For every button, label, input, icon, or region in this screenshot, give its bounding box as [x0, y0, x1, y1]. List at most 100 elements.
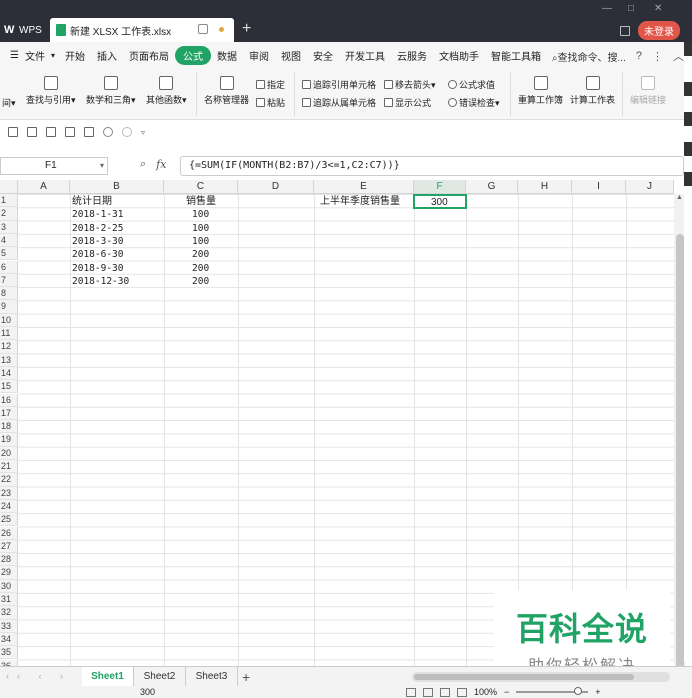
menu-formulas[interactable]: 公式: [174, 45, 211, 65]
row-header-3[interactable]: 3: [0, 220, 18, 234]
other-functions-button[interactable]: 其他函数▾: [146, 76, 187, 106]
row-header-10[interactable]: 10: [0, 313, 18, 327]
formula-input[interactable]: {=SUM(IF(MONTH(B2:B7)/3<=1,C2:C7))}: [180, 156, 684, 176]
lookup-reference-button[interactable]: 查找与引用▾: [26, 76, 76, 106]
evaluate-formula-button[interactable]: 公式求值: [448, 78, 495, 91]
cell-c2[interactable]: 100: [192, 208, 209, 221]
remove-arrows-button[interactable]: 移去箭头▾: [384, 78, 436, 91]
column-header-g[interactable]: G: [466, 180, 518, 194]
menu-page-layout[interactable]: 页面布局: [123, 48, 175, 63]
zoom-level[interactable]: 100%: [474, 687, 497, 697]
zoom-slider[interactable]: [516, 687, 589, 695]
menu-security[interactable]: 安全: [307, 48, 339, 63]
cell-b1[interactable]: 统计日期: [72, 195, 112, 208]
name-box[interactable]: F1 ▾: [0, 157, 108, 175]
row-header-15[interactable]: 15: [0, 380, 18, 394]
row-header-22[interactable]: 22: [0, 473, 18, 487]
redo-icon[interactable]: [122, 127, 132, 137]
more-icon[interactable]: ⋮: [652, 50, 663, 63]
row-header-21[interactable]: 21: [0, 460, 18, 474]
row-header-13[interactable]: 13: [0, 353, 18, 367]
cell-b2[interactable]: 2018-1-31: [72, 208, 123, 221]
sheet-tab-1[interactable]: Sheet1: [82, 667, 134, 687]
column-header-j[interactable]: J: [626, 180, 674, 194]
sheet-tab-2[interactable]: Sheet2: [134, 667, 186, 687]
wps-home-tab[interactable]: W WPS: [0, 18, 48, 42]
row-header-26[interactable]: 26: [0, 526, 18, 540]
menu-view[interactable]: 视图: [275, 48, 307, 63]
row-header-24[interactable]: 24: [0, 499, 18, 514]
cell-c5[interactable]: 200: [192, 248, 209, 261]
new-file-icon[interactable]: [8, 127, 18, 137]
horizontal-scrollbar[interactable]: [412, 672, 670, 682]
insert-fx-button[interactable]: fx: [156, 158, 166, 171]
cell-b3[interactable]: 2018-2-25: [72, 222, 123, 235]
row-header-34[interactable]: 34: [0, 632, 18, 647]
cell-c7[interactable]: 200: [192, 275, 209, 288]
row-header-35[interactable]: 35: [0, 646, 18, 660]
sheet-tab-3[interactable]: Sheet3: [186, 667, 238, 687]
close-icon[interactable]: ✕: [654, 3, 662, 14]
horizontal-scroll-thumb[interactable]: [414, 674, 634, 680]
zoom-slider-knob[interactable]: [574, 687, 583, 695]
row-header-14[interactable]: 14: [0, 366, 18, 381]
row-header-6[interactable]: 6: [0, 260, 18, 274]
name-manager-button[interactable]: 名称管理器: [204, 76, 249, 106]
menu-cloud[interactable]: 云服务: [391, 48, 433, 63]
column-header-e[interactable]: E: [314, 180, 414, 194]
customize-caret-icon[interactable]: ▿: [141, 128, 145, 137]
add-sheet-plus-icon[interactable]: +: [242, 667, 250, 687]
login-button[interactable]: 未登录: [638, 21, 680, 40]
column-header-d[interactable]: D: [238, 180, 314, 194]
tab-window-icon[interactable]: [198, 24, 208, 34]
vertical-scroll-thumb[interactable]: [676, 234, 684, 674]
menu-hamburger-icon[interactable]: ☰: [4, 50, 25, 61]
cell-b4[interactable]: 2018-3-30: [72, 235, 123, 248]
row-header-18[interactable]: 18: [0, 420, 18, 434]
collapse-ribbon-icon[interactable]: ︿: [673, 48, 684, 64]
cell-b5[interactable]: 2018-6-30: [72, 248, 123, 261]
column-header-b[interactable]: B: [70, 180, 164, 194]
selected-cell-f1[interactable]: 300: [413, 194, 467, 209]
paste-name-button[interactable]: 粘贴: [256, 96, 285, 109]
menu-review[interactable]: 审阅: [243, 48, 275, 63]
scroll-up-icon[interactable]: ▲: [676, 194, 683, 201]
row-header-30[interactable]: 30: [0, 579, 18, 593]
document-tab[interactable]: 新建 XLSX 工作表.xlsx: [50, 18, 234, 42]
new-tab-plus-icon[interactable]: +: [242, 20, 251, 38]
column-header-h[interactable]: H: [518, 180, 572, 194]
error-checking-button[interactable]: 错误检查▾: [448, 96, 500, 109]
menu-file-caret-icon[interactable]: ▾: [51, 51, 59, 60]
row-header-19[interactable]: 19: [0, 433, 18, 447]
column-header-a[interactable]: A: [18, 180, 70, 194]
specify-button[interactable]: 指定: [256, 78, 285, 91]
cell-c6[interactable]: 200: [192, 262, 209, 275]
row-header-29[interactable]: 29: [0, 566, 18, 580]
row-header-5[interactable]: 5: [0, 247, 18, 261]
row-header-25[interactable]: 25: [0, 513, 18, 527]
reading-mode-icon[interactable]: [457, 687, 467, 697]
column-header-i[interactable]: I: [572, 180, 626, 194]
undo-icon[interactable]: [103, 127, 113, 137]
menu-smart-toolbox[interactable]: 智能工具箱: [485, 48, 547, 63]
save-icon[interactable]: [46, 127, 56, 137]
cell-b7[interactable]: 2018-12-30: [72, 275, 129, 288]
print-preview-icon[interactable]: [84, 127, 94, 137]
menu-data[interactable]: 数据: [211, 48, 243, 63]
row-header-11[interactable]: 11: [0, 327, 18, 341]
row-header-8[interactable]: 8: [0, 287, 18, 301]
cell-e1[interactable]: 上半年季度销售量: [320, 195, 400, 208]
row-header-16[interactable]: 16: [0, 393, 18, 407]
maximize-icon[interactable]: □: [628, 3, 634, 14]
command-search[interactable]: ⌕查找命令、搜...: [552, 49, 626, 64]
window-layout-icon[interactable]: [620, 25, 630, 36]
menu-file[interactable]: 文件: [25, 48, 51, 63]
column-header-f[interactable]: F: [414, 180, 466, 194]
insert-function-button[interactable]: 间▾: [2, 96, 16, 109]
show-formulas-button[interactable]: 显示公式: [384, 96, 431, 109]
open-folder-icon[interactable]: [27, 127, 37, 137]
cell-c4[interactable]: 100: [192, 235, 209, 248]
cell-b6[interactable]: 2018-9-30: [72, 262, 123, 275]
column-header-c[interactable]: C: [164, 180, 238, 194]
row-header-32[interactable]: 32: [0, 606, 18, 620]
